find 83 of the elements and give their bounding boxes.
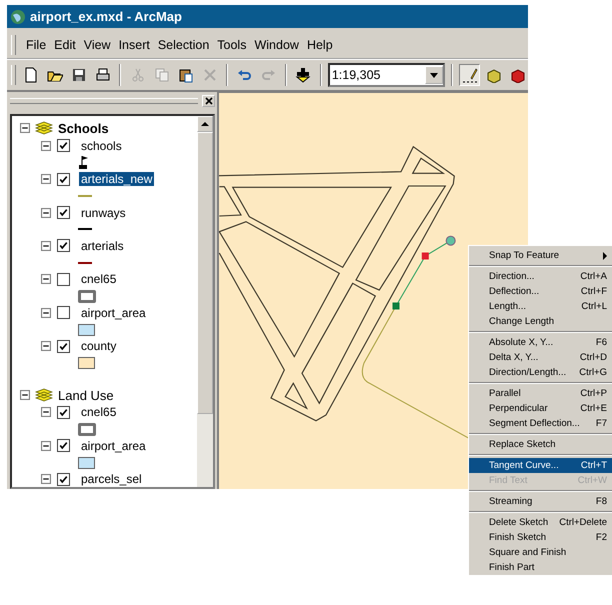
menu-item[interactable]: Finish Part bbox=[469, 560, 612, 575]
delete-icon bbox=[202, 67, 218, 83]
scroll-up-icon[interactable] bbox=[201, 121, 209, 127]
collapse-icon[interactable] bbox=[41, 440, 51, 451]
layer-checkbox[interactable] bbox=[57, 439, 70, 452]
layer-checkbox[interactable] bbox=[57, 272, 70, 286]
data-frame-name[interactable]: Schools bbox=[58, 120, 109, 136]
data-frame-name[interactable]: Land Use bbox=[58, 388, 114, 403]
layer-checkbox[interactable] bbox=[57, 340, 70, 353]
menu-item[interactable]: Segment Deflection... F7 bbox=[469, 416, 612, 431]
menu-item[interactable]: Delete Sketch Ctrl+Delete bbox=[469, 515, 612, 530]
menu-item[interactable]: Replace Sketch bbox=[469, 437, 612, 452]
menu-item[interactable]: Deflection... Ctrl+F bbox=[469, 284, 612, 299]
menu-item[interactable]: Window bbox=[254, 38, 299, 52]
layer-checkbox[interactable] bbox=[57, 406, 70, 419]
save-icon bbox=[71, 67, 88, 83]
scrollbar[interactable] bbox=[197, 116, 213, 487]
menu-item[interactable]: Edit bbox=[54, 38, 76, 52]
menu-item[interactable]: Tools bbox=[217, 38, 246, 52]
copy-icon bbox=[154, 67, 170, 83]
window-title: airport_ex.mxd - ArcMap bbox=[30, 9, 182, 24]
collapse-icon[interactable] bbox=[20, 123, 30, 134]
menu-item[interactable]: Length... Ctrl+L bbox=[469, 299, 612, 314]
collapse-icon[interactable] bbox=[41, 140, 51, 151]
menu-item[interactable]: Change Length bbox=[469, 314, 612, 329]
menu-item[interactable]: Snap To Feature bbox=[469, 248, 612, 263]
menu-item[interactable]: Direction... Ctrl+A bbox=[469, 269, 612, 284]
menu-item[interactable]: Delta X, Y... Ctrl+D bbox=[469, 350, 612, 365]
layer-checkbox[interactable] bbox=[57, 472, 70, 486]
menu-item[interactable]: Square and Finish bbox=[469, 545, 612, 560]
sketch-drawing[interactable] bbox=[392, 236, 456, 310]
layers-icon bbox=[35, 388, 53, 402]
menu-item[interactable]: View bbox=[84, 38, 111, 52]
menu-item[interactable]: Direction/Length... Ctrl+G bbox=[469, 365, 612, 380]
editor-tool-button[interactable] bbox=[459, 64, 480, 86]
layer-name[interactable]: arterials bbox=[79, 238, 126, 253]
collapse-icon[interactable] bbox=[41, 274, 51, 284]
redo-icon bbox=[260, 67, 276, 83]
menu-item[interactable]: Selection bbox=[158, 38, 210, 52]
layers-icon bbox=[35, 121, 53, 136]
collapse-icon[interactable] bbox=[41, 474, 51, 484]
scale-dropdown[interactable]: 1:19,305 bbox=[328, 63, 446, 87]
close-icon bbox=[204, 97, 212, 105]
print-icon bbox=[95, 67, 112, 83]
layer-name[interactable]: parcels_sel bbox=[79, 472, 144, 486]
collapse-icon[interactable] bbox=[41, 308, 51, 318]
menu-item[interactable]: Absolute X, Y... F6 bbox=[469, 335, 612, 350]
layer-name[interactable]: airport_area bbox=[79, 438, 148, 453]
layer-name[interactable]: cnel65 bbox=[79, 405, 118, 420]
cut-icon bbox=[130, 67, 146, 83]
layer-checkbox[interactable] bbox=[57, 239, 70, 252]
new-icon bbox=[23, 67, 40, 83]
collapse-icon[interactable] bbox=[41, 208, 51, 218]
close-button[interactable] bbox=[202, 95, 215, 107]
paste-icon bbox=[178, 67, 194, 83]
collapse-icon[interactable] bbox=[41, 407, 51, 418]
collapse-icon[interactable] bbox=[41, 341, 51, 352]
menu-item[interactable]: Perpendicular Ctrl+E bbox=[469, 401, 612, 416]
layer-checkbox[interactable] bbox=[57, 139, 70, 152]
layer-name[interactable]: runways bbox=[79, 206, 128, 220]
menu-item[interactable]: File bbox=[26, 38, 46, 52]
menu-item[interactable]: Parallel Ctrl+P bbox=[469, 386, 612, 401]
collapse-icon[interactable] bbox=[41, 240, 51, 251]
menu-item[interactable]: Insert bbox=[118, 38, 150, 52]
layer-name[interactable]: airport_area bbox=[79, 306, 148, 320]
hexagon-icon bbox=[510, 67, 526, 83]
collapse-icon[interactable] bbox=[20, 390, 30, 400]
layer-checkbox[interactable] bbox=[57, 206, 70, 219]
add-data-icon bbox=[295, 67, 312, 83]
layer-name[interactable]: schools bbox=[79, 138, 124, 153]
menu-item[interactable]: Streaming F8 bbox=[469, 494, 612, 509]
globe-icon bbox=[10, 8, 26, 24]
layer-checkbox[interactable] bbox=[57, 172, 70, 186]
menu-item[interactable]: Finish Sketch F2 bbox=[469, 530, 612, 545]
pencil-icon bbox=[462, 67, 478, 83]
collapse-icon[interactable] bbox=[41, 174, 51, 184]
menu-item[interactable]: Help bbox=[306, 38, 333, 52]
layer-checkbox[interactable] bbox=[57, 306, 70, 320]
layer-name[interactable]: arterials_new bbox=[79, 172, 154, 186]
layer-name[interactable]: county bbox=[79, 339, 118, 354]
undo-icon bbox=[236, 67, 253, 83]
layer-name[interactable]: cnel65 bbox=[79, 272, 118, 286]
menu-item[interactable]: Tangent Curve... Ctrl+T bbox=[469, 458, 612, 473]
